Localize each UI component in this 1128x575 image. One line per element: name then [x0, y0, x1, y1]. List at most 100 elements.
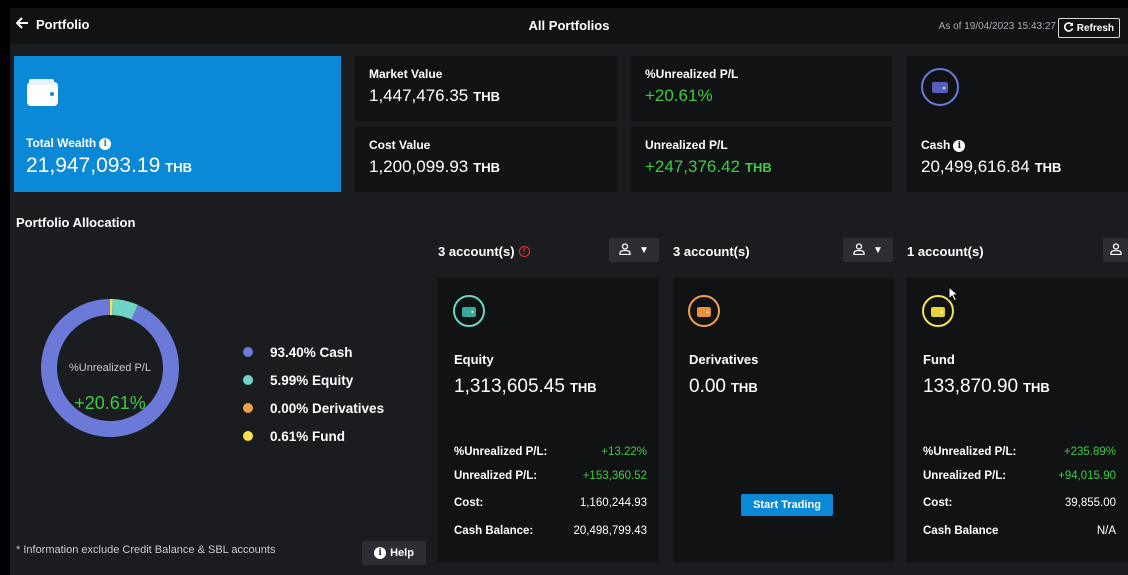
unrealized-pl-value: +247,376.42	[645, 157, 741, 176]
legend-item-cash: 93.40% Cash	[243, 338, 384, 366]
unrealized-percent-value: +20.61%	[645, 86, 713, 105]
market-value-label: Market Value	[369, 67, 443, 81]
refresh-button[interactable]: Refresh	[1057, 18, 1120, 38]
cost-value-value: 1,200,099.93	[369, 157, 469, 176]
unrealized-pl-card: Unrealized P/L +247,376.42 THB	[631, 127, 892, 192]
back-button[interactable]: Portfolio	[15, 17, 89, 32]
cost-value-card: Cost Value 1,200,099.93 THB	[355, 127, 617, 192]
user-icon	[853, 242, 865, 258]
stat-value: 39,855.00	[1064, 497, 1116, 509]
equity-account-selector[interactable]: ▼	[609, 238, 659, 262]
legend-label: 93.40% Cash	[270, 344, 353, 360]
market-value-card: Market Value 1,447,476.35 THB	[355, 56, 617, 121]
stat-value: 1,160,244.93	[579, 497, 647, 509]
total-wealth-label: Total Wealth	[26, 136, 97, 150]
stat-row: Cost: 1,160,244.93	[454, 497, 647, 509]
legend-dot	[243, 375, 253, 385]
donut-center-value: +20.61%	[74, 393, 146, 413]
total-wealth-value: 21,947,093.19	[26, 154, 161, 177]
equity-name: Equity	[454, 352, 494, 367]
derivatives-name: Derivatives	[689, 352, 759, 367]
legend-dot	[243, 431, 253, 441]
fund-amount: 133,870.90	[923, 376, 1019, 397]
currency-unit: THB	[730, 380, 758, 395]
stat-key: Unrealized P/L:	[923, 470, 1007, 482]
refresh-icon	[1063, 21, 1074, 35]
fund-account-selector[interactable]	[1103, 238, 1128, 262]
unrealized-percent-card: %Unrealized P/L +20.61%	[631, 56, 892, 121]
user-icon	[1109, 242, 1122, 258]
stat-row: Unrealized P/L: +153,360.52	[454, 470, 647, 482]
legend-dot	[243, 403, 253, 413]
stat-key: %Unrealized P/L:	[923, 446, 1017, 458]
account-count-label: 3 account(s)	[673, 243, 750, 259]
currency-unit: THB	[165, 160, 193, 175]
info-icon[interactable]: i	[953, 140, 966, 152]
allocation-note: * Information exclude Credit Balance & S…	[16, 544, 276, 556]
refresh-label: Refresh	[1076, 22, 1114, 34]
legend-item-fund: 0.61% Fund	[243, 422, 384, 450]
derivatives-amount: 0.00	[689, 376, 726, 397]
legend-label: 0.61% Fund	[270, 428, 346, 444]
arrow-left-icon	[15, 17, 29, 32]
stat-value: +94,015.90	[1058, 470, 1116, 482]
wallet-icon	[688, 295, 720, 327]
stat-value: 20,498,799.43	[573, 525, 647, 537]
wallet-icon	[26, 78, 62, 113]
fund-name: Fund	[923, 352, 955, 367]
stat-row: %Unrealized P/L: +235.89%	[923, 446, 1116, 458]
help-button[interactable]: i Help	[362, 541, 426, 565]
stat-value: N/A	[1096, 525, 1116, 537]
currency-unit: THB	[473, 160, 500, 175]
legend-label: 5.99% Equity	[270, 372, 354, 388]
account-count-label: 1 account(s)	[907, 243, 984, 259]
fund-card[interactable]: Fund 133,870.90 THB %Unrealized P/L: +235.…	[907, 278, 1128, 562]
currency-unit: THB	[1034, 160, 1062, 175]
as-of-timestamp: As of 19/04/2023 15:43:27	[938, 21, 1056, 32]
legend-dot	[243, 347, 253, 357]
unrealized-pl-label: Unrealized P/L	[645, 138, 728, 152]
stat-row: Unrealized P/L: +94,015.90	[923, 470, 1116, 482]
derivatives-account-selector[interactable]: ▼	[843, 238, 893, 262]
wallet-icon	[921, 68, 959, 106]
allocation-legend: 93.40% Cash 5.99% Equity 0.00% Derivativ…	[243, 338, 384, 450]
equity-card[interactable]: Equity 1,313,605.45 THB %Unrealized P/L: +…	[438, 278, 659, 562]
account-count-label: 3 account(s)	[438, 243, 515, 259]
equity-account-count: 3 account(s)!	[438, 240, 530, 262]
stat-key: Unrealized P/L:	[454, 470, 538, 482]
donut-center-label: %Unrealized P/L	[69, 362, 151, 374]
cash-label: Cash	[921, 138, 951, 152]
caret-down-icon: ▼	[873, 244, 883, 256]
cash-value: 20,499,616.84	[921, 157, 1030, 176]
legend-item-derivatives: 0.00% Derivatives	[243, 394, 384, 422]
mouse-cursor-icon	[948, 285, 960, 307]
warning-icon[interactable]: !	[518, 245, 530, 257]
info-icon: i	[374, 547, 387, 559]
stat-key: %Unrealized P/L:	[454, 446, 548, 458]
top-bar: Portfolio All Portfolios As of 19/04/202…	[10, 8, 1128, 44]
stat-row: %Unrealized P/L: +13.22%	[454, 446, 647, 458]
market-value-value: 1,447,476.35	[369, 86, 469, 105]
cost-value-label: Cost Value	[369, 138, 431, 152]
info-icon[interactable]: i	[99, 138, 112, 150]
stat-key: Cost:	[923, 497, 953, 509]
help-label: Help	[390, 547, 414, 559]
portfolio-app: Portfolio All Portfolios As of 19/04/202…	[10, 8, 1128, 575]
stat-key: Cash Balance:	[454, 525, 534, 537]
legend-item-equity: 5.99% Equity	[243, 366, 384, 394]
currency-unit: THB	[569, 380, 597, 395]
stat-value: +235.89%	[1063, 446, 1116, 458]
equity-amount: 1,313,605.45	[454, 376, 565, 397]
derivatives-card[interactable]: Derivatives 0.00 THB Start Trading	[673, 278, 894, 562]
currency-unit: THB	[745, 160, 772, 175]
user-icon	[619, 242, 631, 258]
wallet-icon	[453, 295, 485, 327]
currency-unit: THB	[473, 89, 500, 104]
stat-value: +13.22%	[601, 446, 647, 458]
stat-key: Cost:	[454, 497, 484, 509]
start-trading-button[interactable]: Start Trading	[741, 494, 833, 516]
fund-account-count: 1 account(s)	[907, 240, 984, 262]
stat-key: Cash Balance	[923, 525, 999, 537]
stat-value: +153,360.52	[582, 470, 647, 482]
stat-row: Cost: 39,855.00	[923, 497, 1116, 509]
